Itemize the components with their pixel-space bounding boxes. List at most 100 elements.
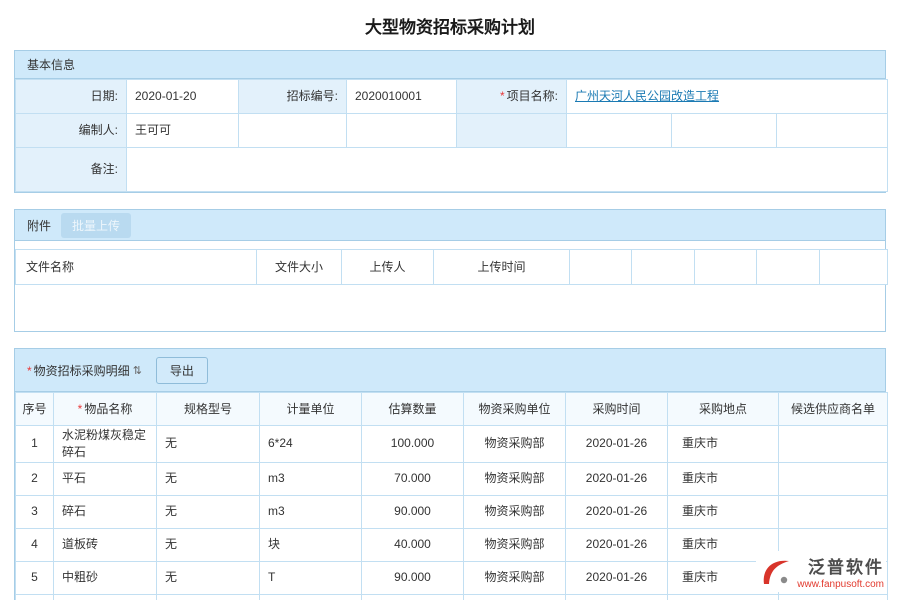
basic-info-row-2: 编制人: 王可可 [16,114,888,148]
col-suppliers: 候选供应商名单 [779,393,888,426]
basic-info-section-title: 基本信息 [27,56,75,73]
cell-item-name: 平石 [54,462,157,495]
cell-suppliers [779,462,888,495]
cell-unit: m3 [260,495,362,528]
attach-col-empty [632,250,695,285]
cell-buyer: 物资采购部 [464,426,566,463]
detail-section-title: *物资招标采购明细 [27,362,130,379]
date-value-cell: 2020-01-20 [127,80,239,114]
col-qty: 估算数量 [362,393,464,426]
attachments-table-wrap: 文件名称 文件大小 上传人 上传时间 [15,241,885,331]
attach-col-filename: 文件名称 [16,250,257,285]
sort-toggle-icon[interactable]: ⇅ [133,364,142,377]
date-label-cell: 日期: [16,80,127,114]
cell-qty: 90.000 [362,561,464,594]
vendor-logo: 泛普软件 www.fanpusoft.com [756,551,886,592]
empty-cell [347,114,457,148]
cell-spec: 无 [157,462,260,495]
col-spec: 规格型号 [157,393,260,426]
author-label-cell: 编制人: [16,114,127,148]
bid-number-value-cell: 2020010001 [347,80,457,114]
col-buyer: 物资采购单位 [464,393,566,426]
page-title: 大型物资招标采购计划 [0,0,900,50]
table-row: 1 水泥粉煤灰稳定碎石 无 6*24 100.000 物资采购部 2020-01… [16,426,888,463]
project-name-label-cell: *项目名称: [457,80,567,114]
col-item-name: *物品名称 [54,393,157,426]
bid-number-value: 2020010001 [355,89,422,103]
cell-qty: 40.000 [362,528,464,561]
attach-col-uploadtime: 上传时间 [434,250,570,285]
bid-number-label: 招标编号: [287,89,338,103]
date-label: 日期: [91,89,118,103]
cell-buyer: 物资采购部 [464,561,566,594]
fanpu-logo-icon [758,557,792,587]
remark-label: 备注: [91,162,118,176]
cell-item-name: 砼管 [54,594,157,600]
cell-place: 重庆市 [668,594,779,600]
attach-col-uploader: 上传人 [342,250,434,285]
cell-spec: 无 [157,426,260,463]
cell-buyer: 物资采购部 [464,462,566,495]
author-value-cell: 王可可 [127,114,239,148]
required-asterisk: * [78,402,83,416]
cell-seq: 1 [16,426,54,463]
detail-section: *物资招标采购明细 ⇅ 导出 序号 *物品名称 规格型号 计量单位 估算数量 物… [14,348,886,600]
cell-item-name: 水泥粉煤灰稳定碎石 [54,426,157,463]
cell-qty: 70.000 [362,462,464,495]
vendor-logo-text: 泛普软件 www.fanpusoft.com [797,553,884,590]
cell-place: 重庆市 [668,495,779,528]
remark-label-cell: 备注: [16,148,127,192]
bid-number-label-cell: 招标编号: [239,80,347,114]
vendor-website: www.fanpusoft.com [797,579,884,590]
cell-date: 2020-01-26 [566,561,668,594]
attachments-section-bar: 附件 批量上传 [15,210,885,241]
empty-cell [777,114,888,148]
detail-section-title-text: 物资招标采购明细 [34,364,130,378]
cell-item-name: 中粗砂 [54,561,157,594]
cell-buyer: 物资采购部 [464,594,566,600]
remark-value-cell [127,148,888,192]
detail-header-row: 序号 *物品名称 规格型号 计量单位 估算数量 物资采购单位 采购时间 采购地点… [16,393,888,426]
author-label: 编制人: [79,123,118,137]
attachments-table: 文件名称 文件大小 上传人 上传时间 [15,249,888,285]
attach-col-empty [570,250,632,285]
cell-unit: 块 [260,528,362,561]
cell-suppliers [779,594,888,600]
cell-unit: m3 [260,462,362,495]
empty-cell [239,114,347,148]
required-asterisk: * [500,89,505,103]
detail-section-bar: *物资招标采购明细 ⇅ 导出 [15,349,885,392]
empty-label-cell [457,114,567,148]
cell-item-name: 道板砖 [54,528,157,561]
table-row: 3 碎石 无 m3 90.000 物资采购部 2020-01-26 重庆市 [16,495,888,528]
batch-upload-button[interactable]: 批量上传 [61,213,131,238]
basic-info-row-3: 备注: [16,148,888,192]
attach-col-empty [820,250,888,285]
project-name-link[interactable]: 广州天河人民公园改造工程 [575,89,719,103]
empty-cell [567,114,672,148]
date-value: 2020-01-20 [135,89,196,103]
cell-suppliers [779,426,888,463]
cell-qty: 100.000 [362,426,464,463]
basic-info-table: 日期: 2020-01-20 招标编号: 2020010001 *项目名称: 广… [15,79,888,192]
project-name-value-cell: 广州天河人民公园改造工程 [567,80,888,114]
attach-col-empty [695,250,757,285]
required-asterisk: * [27,364,32,378]
cell-seq: 6 [16,594,54,600]
col-date: 采购时间 [566,393,668,426]
cell-place: 重庆市 [668,426,779,463]
author-value: 王可可 [135,123,171,137]
cell-date: 2020-01-26 [566,528,668,561]
project-name-label: 项目名称: [507,89,558,103]
cell-date: 2020-01-26 [566,426,668,463]
cell-unit: T [260,561,362,594]
col-item-name-label: 物品名称 [84,402,132,416]
attachments-empty-area [15,285,885,331]
cell-spec: 无 [157,528,260,561]
cell-unit: 根 [260,594,362,600]
attachments-header-row: 文件名称 文件大小 上传人 上传时间 [16,250,888,285]
cell-seq: 2 [16,462,54,495]
cell-qty: 90.000 [362,495,464,528]
cell-unit: 6*24 [260,426,362,463]
export-button[interactable]: 导出 [156,357,208,384]
